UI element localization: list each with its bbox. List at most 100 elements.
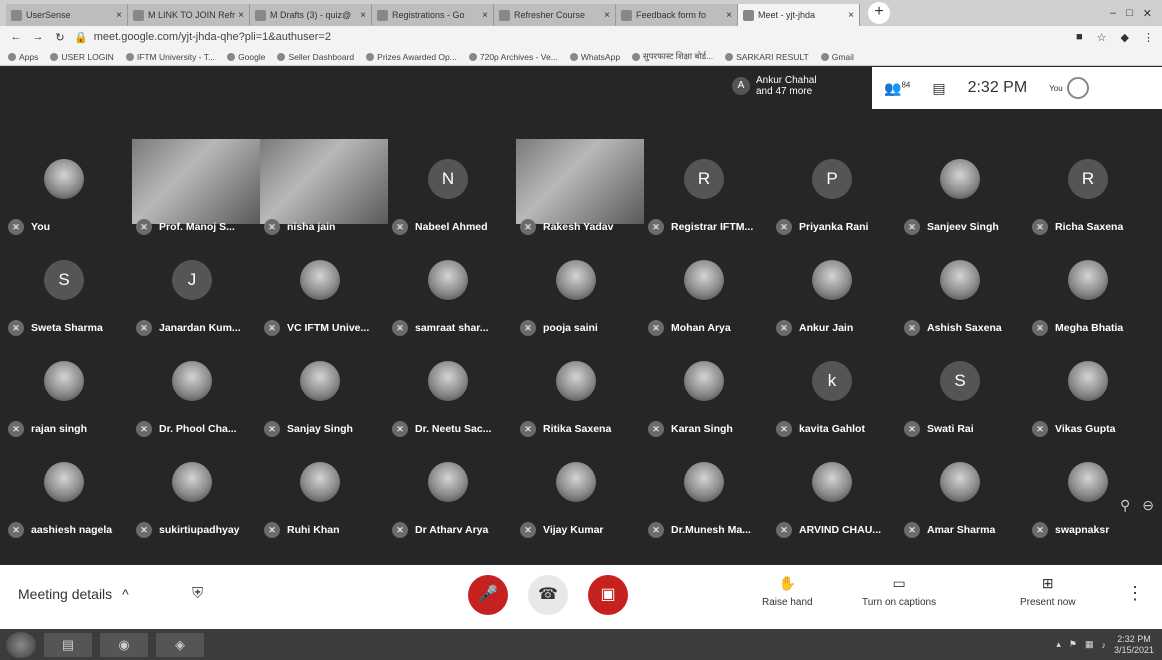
bookmark-item[interactable]: WhatsApp (569, 52, 620, 62)
back-icon[interactable]: ← (8, 31, 24, 43)
participant-tile[interactable]: ✕ VC IFTM Unive... (256, 240, 384, 340)
flag-icon[interactable]: ⚑ (1069, 639, 1077, 650)
leave-call-button[interactable]: ☎ (528, 575, 568, 615)
captions-button[interactable]: ▭ Turn on captions (862, 575, 936, 608)
volume-icon[interactable]: ♪ (1101, 640, 1106, 650)
menu-dots-icon[interactable]: ⋮ (1143, 31, 1154, 44)
new-tab-button[interactable]: + (868, 2, 890, 24)
participant-tile[interactable]: ✕ Dr.Munesh Ma... (640, 442, 768, 542)
people-button[interactable]: 👥84 (884, 80, 910, 97)
network-icon[interactable]: ▦ (1085, 639, 1094, 650)
taskbar-app-explorer[interactable]: ▤ (44, 632, 92, 657)
bookmark-star-icon[interactable]: ☆ (1097, 31, 1107, 44)
participant-tile[interactable]: ✕ swapnaksr (1024, 442, 1152, 542)
bookmark-item[interactable]: Google (227, 52, 265, 62)
participant-tile[interactable]: ✕ Karan Singh (640, 341, 768, 441)
browser-tab[interactable]: M LINK TO JOIN Refr × (128, 4, 250, 26)
participant-tile[interactable]: ✕ sukirtiupadhyay (128, 442, 256, 542)
tab-close-icon[interactable]: × (116, 10, 122, 21)
meeting-details-button[interactable]: Meeting details ^ (18, 586, 129, 602)
extension-icon[interactable]: ◆ (1121, 31, 1129, 44)
participant-tile[interactable]: ✕ Mohan Arya (640, 240, 768, 340)
mic-toggle-button[interactable]: 🎤 (468, 575, 508, 615)
shield-icon[interactable]: ⛨ (192, 585, 203, 602)
participant-tile[interactable]: S ✕ Swati Rai (896, 341, 1024, 441)
participant-tile[interactable]: ✕ pooja saini (512, 240, 640, 340)
participant-tile[interactable]: ✕ Rakesh Yadav (512, 139, 644, 239)
tab-close-icon[interactable]: × (360, 10, 366, 21)
taskbar-clock[interactable]: 2:32 PM 3/15/2021 (1114, 634, 1154, 656)
participant-tile[interactable]: ✕ Sanjeev Singh (896, 139, 1024, 239)
bookmark-item[interactable]: Prizes Awarded Op... (366, 52, 457, 62)
raise-hand-button[interactable]: ✋ Raise hand (762, 575, 813, 608)
bookmark-item[interactable]: SARKARI RESULT (725, 52, 809, 62)
camera-permission-icon[interactable]: ■ (1076, 31, 1083, 44)
tab-close-icon[interactable]: × (482, 10, 488, 21)
participant-tile[interactable]: ✕ rajan singh (0, 341, 128, 441)
browser-tab[interactable]: Feedback form fo × (616, 4, 738, 26)
present-now-button[interactable]: ⊞ Present now (1020, 575, 1076, 608)
bookmark-favicon-icon (125, 53, 134, 62)
bookmark-item[interactable]: Apps (8, 52, 38, 62)
bookmark-item[interactable]: Seller Dashboard (277, 52, 354, 62)
clock-date: 3/15/2021 (1113, 644, 1154, 655)
participant-tile[interactable]: ✕ nisha jain (256, 139, 388, 239)
participant-tile[interactable]: N ✕ Nabeel Ahmed (384, 139, 512, 239)
participant-tile[interactable]: ✕ Vijay Kumar (512, 442, 640, 542)
tab-close-icon[interactable]: × (726, 10, 732, 21)
meet-header-panel: 👥84 ▤ 2:32 PM You (872, 67, 1162, 109)
participant-tile[interactable]: ✕ Ashish Saxena (896, 240, 1024, 340)
participant-tile[interactable]: R ✕ Richa Saxena (1024, 139, 1152, 239)
bookmark-item[interactable]: सुपरफास्ट शिक्षा बोर्ड... (632, 51, 713, 62)
pin-icon[interactable]: ⚲ (1120, 497, 1130, 514)
maximize-icon[interactable]: □ (1126, 7, 1133, 20)
participant-tile[interactable]: S ✕ Sweta Sharma (0, 240, 128, 340)
tab-close-icon[interactable]: × (848, 10, 854, 21)
reload-icon[interactable]: ↻ (52, 31, 68, 44)
browser-tab[interactable]: UserSense × (6, 4, 128, 26)
participant-tile[interactable]: ✕ Ritika Saxena (512, 341, 640, 441)
self-view-thumbnail[interactable]: You (1049, 77, 1089, 99)
bookmark-item[interactable]: IFTM University - T... (125, 52, 215, 62)
participant-tile[interactable]: ✕ Dr. Neetu Sac... (384, 341, 512, 441)
participant-tile[interactable]: ✕ Ankur Jain (768, 240, 896, 340)
participant-tile[interactable]: ✕ Dr. Phool Cha... (128, 341, 256, 441)
url-field[interactable]: meet.google.com/yjt-jhda-qhe?pli=1&authu… (94, 31, 331, 43)
participant-tile[interactable]: ✕ ARVIND CHAU... (768, 442, 896, 542)
participant-tile[interactable]: ✕ Amar Sharma (896, 442, 1024, 542)
more-options-icon[interactable]: ⋮ (1126, 583, 1144, 604)
participant-tile[interactable]: ✕ aashiesh nagela (0, 442, 128, 542)
participant-tile[interactable]: J ✕ Janardan Kum... (128, 240, 256, 340)
browser-tab-active[interactable]: Meet - yjt-jhda × (738, 4, 860, 26)
bookmark-item[interactable]: Gmail (820, 52, 854, 62)
participant-tile[interactable]: ✕ You (0, 139, 128, 239)
remove-icon[interactable]: ⊖ (1142, 497, 1154, 514)
bookmark-item[interactable]: 720p Archives - Ve... (468, 52, 558, 62)
minimize-icon[interactable]: – (1110, 7, 1116, 20)
participant-tile[interactable]: ✕ Sanjay Singh (256, 341, 384, 441)
tab-close-icon[interactable]: × (238, 10, 244, 21)
tray-arrow-icon[interactable]: ▴ (1056, 639, 1061, 650)
taskbar-app-other[interactable]: ◈ (156, 632, 204, 657)
forward-icon[interactable]: → (30, 31, 46, 43)
participant-tile[interactable]: ✕ Dr Atharv Arya (384, 442, 512, 542)
participant-tile[interactable]: ✕ samraat shar... (384, 240, 512, 340)
participant-tile[interactable]: ✕ Vikas Gupta (1024, 341, 1152, 441)
start-button[interactable] (6, 631, 36, 658)
participant-tile[interactable]: P ✕ Priyanka Rani (768, 139, 896, 239)
bookmark-item[interactable]: USER LOGIN (50, 52, 114, 62)
browser-tab[interactable]: Registrations - Go × (372, 4, 494, 26)
participant-tile[interactable]: R ✕ Registrar IFTM... (640, 139, 768, 239)
participant-tile[interactable]: k ✕ kavita Gahlot (768, 341, 896, 441)
chat-icon[interactable]: ▤ (932, 80, 945, 97)
camera-toggle-button[interactable]: ▣ (588, 575, 628, 615)
taskbar-app-chrome[interactable]: ◉ (100, 632, 148, 657)
tab-close-icon[interactable]: × (604, 10, 610, 21)
browser-tab[interactable]: Refresher Course × (494, 4, 616, 26)
participant-tile[interactable]: ✕ Ruhi Khan (256, 442, 384, 542)
browser-tab[interactable]: M Drafts (3) - quiz@ × (250, 4, 372, 26)
participant-tile[interactable]: ✕ Prof. Manoj S... (128, 139, 260, 239)
close-window-icon[interactable]: ✕ (1143, 7, 1152, 20)
participant-tile[interactable]: ✕ Megha Bhatia (1024, 240, 1152, 340)
tab-favicon-icon (499, 9, 510, 21)
